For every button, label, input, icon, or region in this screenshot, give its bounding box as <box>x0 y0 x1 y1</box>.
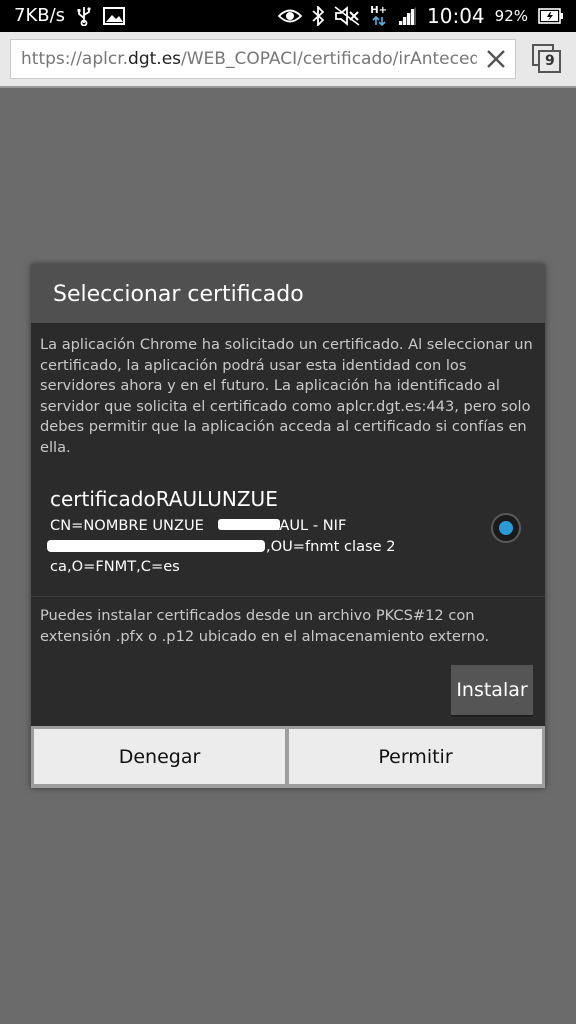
url-text[interactable]: https://aplcr.dgt.es/WEB_COPACI/certific… <box>21 49 477 69</box>
battery-icon <box>538 8 564 24</box>
signal-icon <box>397 6 417 26</box>
redaction-mark <box>218 519 280 530</box>
deny-button[interactable]: Denegar <box>34 729 285 784</box>
select-certificate-dialog: Seleccionar certificado La aplicación Ch… <box>31 264 545 788</box>
divider <box>31 596 545 597</box>
certificate-name: certificadoRAULUNZUE <box>50 487 278 511</box>
eye-icon <box>278 8 303 24</box>
url-bar[interactable]: https://aplcr.dgt.es/WEB_COPACI/certific… <box>10 39 516 79</box>
dialog-description: La aplicación Chrome ha solicitado un ce… <box>40 336 533 456</box>
clock: 10:04 <box>427 4 485 28</box>
data-arrows-icon: H+ <box>370 6 387 26</box>
dialog-title: Seleccionar certificado <box>53 282 304 307</box>
clear-url-icon[interactable] <box>485 48 507 70</box>
bluetooth-icon <box>312 6 325 26</box>
mute-icon <box>334 6 360 26</box>
battery-percent: 92% <box>494 7 528 25</box>
dialog-header: Seleccionar certificado <box>31 264 545 324</box>
tab-switcher-button[interactable]: 9 <box>532 44 562 74</box>
usb-icon <box>77 6 91 26</box>
dialog-button-bar: Denegar Permitir <box>31 726 545 788</box>
browser-toolbar: https://aplcr.dgt.es/WEB_COPACI/certific… <box>0 32 576 88</box>
status-bar: 7KB/s H+ 10:04 92% <box>0 0 576 32</box>
certificate-radio-button[interactable] <box>491 513 521 543</box>
install-description: Puedes instalar certificados desde un ar… <box>40 607 490 645</box>
image-icon <box>103 6 126 25</box>
allow-button[interactable]: Permitir <box>289 729 542 784</box>
radio-selected-dot <box>499 521 513 535</box>
redaction-mark <box>47 540 265 552</box>
install-button[interactable]: Instalar <box>451 665 533 715</box>
network-speed: 7KB/s <box>14 5 66 26</box>
tab-count: 9 <box>545 53 555 69</box>
